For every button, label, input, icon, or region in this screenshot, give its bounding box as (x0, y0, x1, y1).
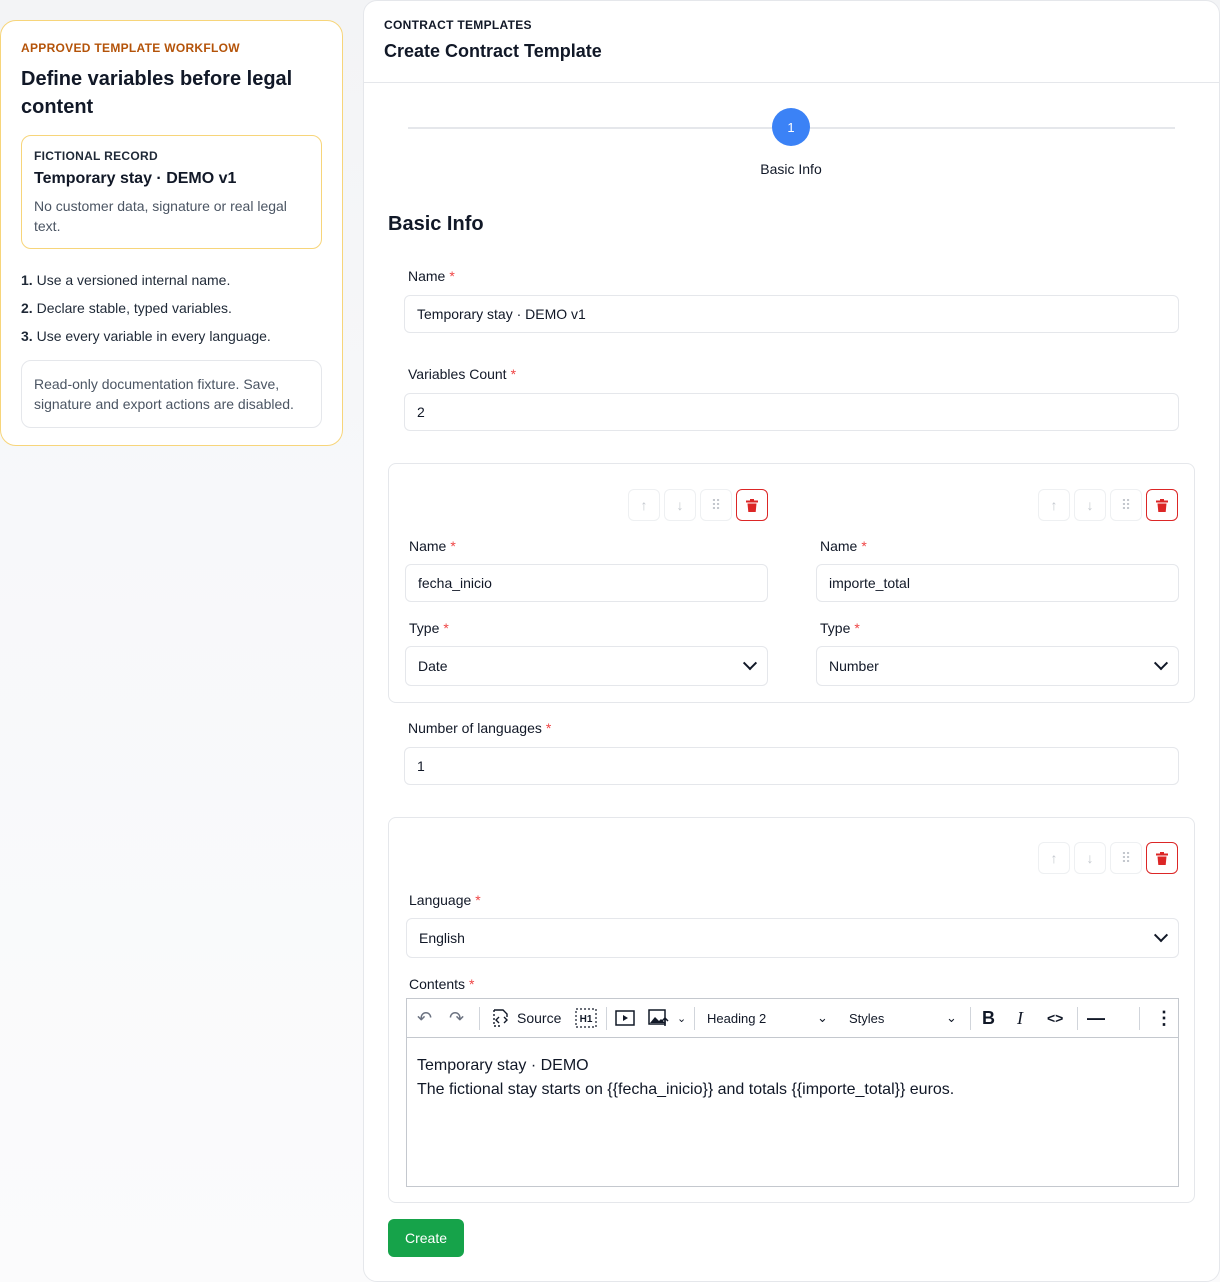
read-only-note: Read-only documentation fixture. Save, s… (21, 360, 322, 428)
page-title: Create Contract Template (384, 41, 602, 61)
chevron-down-icon (742, 656, 758, 671)
workflow-step: 1. Use a versioned internal name. (21, 272, 231, 288)
chevron-down-icon (1153, 928, 1169, 943)
content-line: The fictional stay starts on {{fecha_ini… (417, 1081, 955, 1098)
template-name-input[interactable]: Temporary stay · DEMO v1 (404, 295, 1179, 333)
languages-count-label: Number of languages * (408, 720, 552, 736)
trash-icon[interactable] (736, 489, 768, 521)
step-indicator[interactable]: 1 (772, 108, 810, 146)
variable-1-name-label: Name * (409, 538, 456, 554)
content-line: Temporary stay · DEMO (417, 1057, 589, 1074)
variable-2-type-label: Type * (820, 620, 860, 636)
contents-label: Contents * (409, 976, 475, 992)
arrow-down-icon[interactable]: ↓ (1074, 842, 1106, 874)
variable-1-type-label: Type * (409, 620, 449, 636)
variable-2-type-value: Number (829, 658, 879, 674)
bold-icon[interactable]: B (982, 1008, 995, 1029)
breadcrumb: CONTRACT TEMPLATES (384, 18, 532, 32)
media-icon[interactable] (615, 1010, 635, 1026)
language-select[interactable]: English (406, 918, 1179, 958)
variable-2-name-label: Name * (820, 538, 867, 554)
workflow-panel: APPROVED TEMPLATE WORKFLOW Define variab… (0, 20, 343, 446)
arrow-down-icon[interactable]: ↓ (1074, 489, 1106, 521)
editor-content[interactable]: Temporary stay · DEMO The fictional stay… (407, 1038, 1178, 1118)
variables-count-label: Variables Count * (408, 366, 517, 382)
arrow-up-icon[interactable]: ↑ (1038, 489, 1070, 521)
languages-count-input[interactable]: 1 (404, 747, 1179, 785)
styles-dropdown[interactable]: Styles (849, 1011, 884, 1026)
chevron-down-icon (1153, 656, 1169, 671)
language-panel: ↑ ↓ ⠿ Language* English Contents* ↶ ↷ (388, 817, 1195, 1203)
italic-icon[interactable]: I (1017, 1008, 1023, 1029)
drag-handle-icon[interactable]: ⠿ (700, 489, 732, 521)
arrow-up-icon[interactable]: ↑ (1038, 842, 1070, 874)
undo-icon[interactable]: ↶ (417, 1008, 432, 1029)
main-panel: CONTRACT TEMPLATES Create Contract Templ… (363, 0, 1220, 1282)
variable-1-type-select[interactable]: Date (405, 646, 768, 686)
h1-icon[interactable]: H1 (575, 1008, 597, 1028)
variable-1-tools: ↑ ↓ ⠿ (628, 489, 768, 521)
fictional-record-card: FICTIONAL RECORD Temporary stay · DEMO v… (21, 135, 322, 249)
variable-2-type-select[interactable]: Number (816, 646, 1179, 686)
language-value: English (419, 930, 465, 946)
language-label: Language * (409, 892, 481, 908)
stepper: 1 Basic Info (364, 83, 1219, 183)
variable-1-type-value: Date (418, 658, 448, 674)
record-kicker: FICTIONAL RECORD (34, 149, 158, 163)
drag-handle-icon[interactable]: ⠿ (1110, 842, 1142, 874)
editor-toolbar: ↶ ↷ Source H1 ⌄ Heading 2 ⌄ Styles ⌄ B I… (407, 999, 1178, 1038)
variable-1-name-input[interactable]: fecha_inicio (405, 564, 768, 602)
trash-icon[interactable] (1146, 489, 1178, 521)
variables-count-input[interactable]: 2 (404, 393, 1179, 431)
chevron-down-icon: ⌄ (946, 1010, 957, 1025)
page-header: CONTRACT TEMPLATES Create Contract Templ… (364, 1, 1219, 83)
section-title: Basic Info (388, 213, 484, 235)
code-icon[interactable]: <> (1047, 1010, 1063, 1026)
source-icon (493, 1009, 508, 1027)
more-icon[interactable]: ⋮ (1155, 1008, 1173, 1029)
language-tools: ↑ ↓ ⠿ (1038, 842, 1178, 874)
heading-dropdown[interactable]: Heading 2 (707, 1011, 766, 1026)
record-title: Temporary stay · DEMO v1 (34, 170, 237, 187)
trash-icon[interactable] (1146, 842, 1178, 874)
workflow-step: 2. Declare stable, typed variables. (21, 300, 232, 316)
name-label: Name * (408, 268, 455, 284)
workflow-kicker: APPROVED TEMPLATE WORKFLOW (21, 41, 240, 55)
variables-panel: ↑ ↓ ⠿ ↑ ↓ ⠿ Name * fecha_inicio Type * Dat… (388, 463, 1195, 703)
horizontal-line-icon[interactable]: — (1087, 1008, 1105, 1029)
source-button[interactable]: Source (491, 1009, 561, 1027)
chevron-down-icon[interactable]: ⌄ (677, 1012, 686, 1025)
svg-text:H1: H1 (580, 1014, 593, 1025)
image-icon[interactable] (648, 1009, 670, 1027)
step-label: Basic Info (760, 161, 822, 177)
create-button[interactable]: Create (388, 1219, 464, 1257)
variable-2-name-input[interactable]: importe_total (816, 564, 1179, 602)
workflow-title: Define variables before legal content (21, 68, 293, 118)
redo-icon[interactable]: ↷ (449, 1008, 464, 1029)
variable-2-tools: ↑ ↓ ⠿ (1038, 489, 1178, 521)
workflow-step: 3. Use every variable in every language. (21, 328, 271, 344)
drag-handle-icon[interactable]: ⠿ (1110, 489, 1142, 521)
record-description: No customer data, signature or real lega… (34, 198, 287, 234)
chevron-down-icon: ⌄ (817, 1010, 828, 1025)
rich-text-editor: ↶ ↷ Source H1 ⌄ Heading 2 ⌄ Styles ⌄ B I… (406, 998, 1179, 1187)
workflow-steps: 1. Use a versioned internal name. 2. Dec… (21, 266, 322, 350)
arrow-up-icon[interactable]: ↑ (628, 489, 660, 521)
arrow-down-icon[interactable]: ↓ (664, 489, 696, 521)
